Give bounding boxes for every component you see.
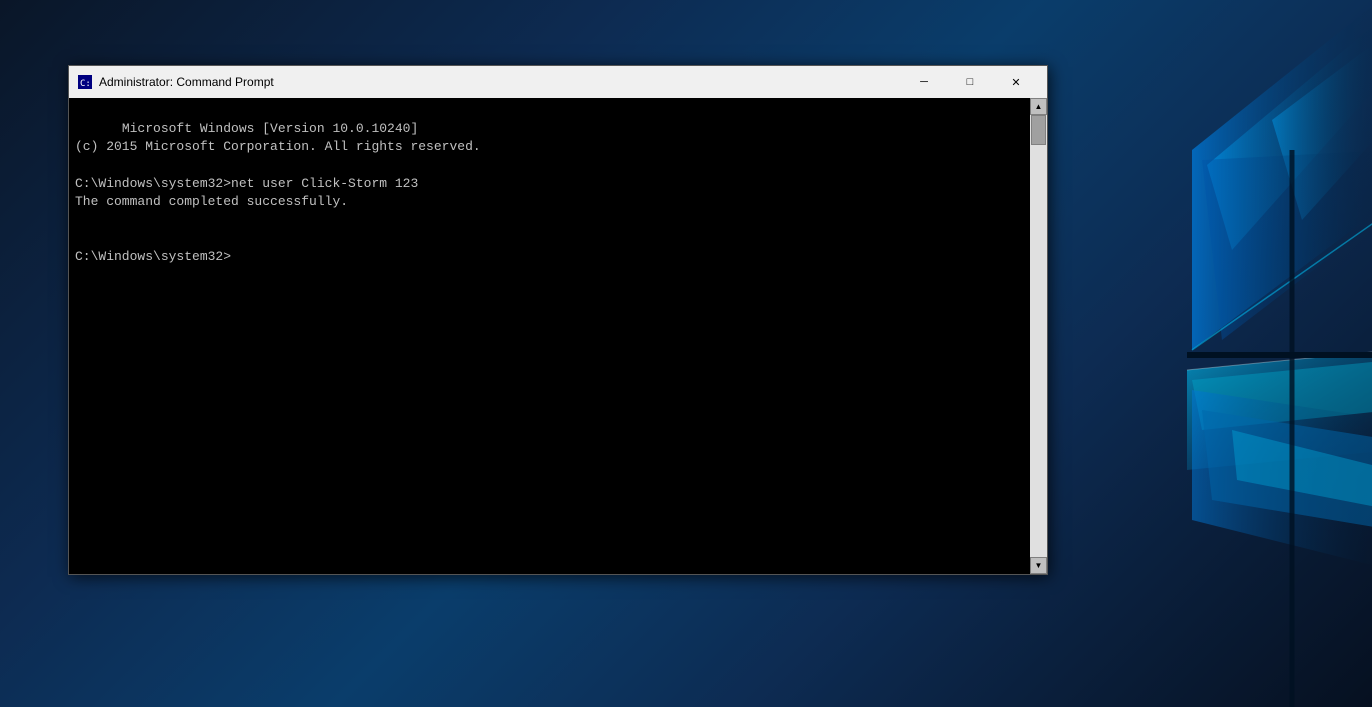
cmd-line-7 — [75, 230, 83, 245]
scrollbar[interactable]: ▲ ▼ — [1030, 98, 1047, 574]
cmd-line-8: C:\Windows\system32> — [75, 249, 231, 264]
cmd-line-1: Microsoft Windows [Version 10.0.10240] — [122, 121, 418, 136]
cmd-window: C: Administrator: Command Prompt ─ □ ✕ M… — [68, 65, 1048, 575]
scrollbar-down-arrow[interactable]: ▼ — [1030, 557, 1047, 574]
cmd-line-4: C:\Windows\system32>net user Click-Storm… — [75, 176, 418, 191]
cmd-line-6 — [75, 212, 83, 227]
cmd-text-output[interactable]: Microsoft Windows [Version 10.0.10240] (… — [69, 98, 1030, 574]
svg-text:C:: C: — [80, 79, 91, 89]
minimize-button[interactable]: ─ — [901, 66, 947, 98]
window-title: Administrator: Command Prompt — [99, 75, 901, 89]
close-button[interactable]: ✕ — [993, 66, 1039, 98]
scrollbar-track[interactable] — [1030, 115, 1047, 557]
cmd-window-icon: C: — [77, 74, 93, 90]
cmd-line-5: The command completed successfully. — [75, 194, 348, 209]
title-bar: C: Administrator: Command Prompt ─ □ ✕ — [69, 66, 1047, 98]
scrollbar-thumb[interactable] — [1031, 115, 1046, 145]
scrollbar-up-arrow[interactable]: ▲ — [1030, 98, 1047, 115]
cmd-line-3 — [75, 158, 83, 173]
cmd-line-2: (c) 2015 Microsoft Corporation. All righ… — [75, 139, 481, 154]
maximize-button[interactable]: □ — [947, 66, 993, 98]
cmd-content-area: Microsoft Windows [Version 10.0.10240] (… — [69, 98, 1047, 574]
window-controls: ─ □ ✕ — [901, 66, 1039, 98]
